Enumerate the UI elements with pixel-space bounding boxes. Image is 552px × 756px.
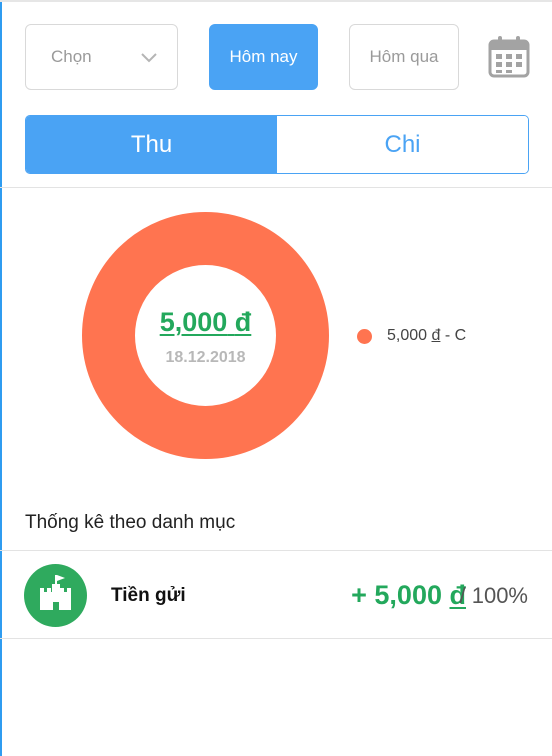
total-amount-value: 5,000 <box>159 307 228 337</box>
period-select-dropdown[interactable]: Chọn <box>25 24 178 90</box>
category-percent: / 100% <box>459 583 529 608</box>
total-amount-currency: đ <box>234 307 252 337</box>
divider <box>0 638 552 639</box>
divider <box>0 550 552 551</box>
tab-chi[interactable]: Chi <box>277 116 528 173</box>
total-amount: 5,000 đ <box>112 307 299 338</box>
legend-label: 5,000 đ - C <box>387 327 466 345</box>
category-icon-circle <box>24 564 87 627</box>
left-edge-line <box>0 0 2 756</box>
category-amount-sign: + <box>351 580 375 610</box>
today-button-label: Hôm nay <box>229 47 298 66</box>
calendar-icon[interactable] <box>487 35 531 79</box>
tab-thu[interactable]: Thu <box>26 116 277 173</box>
today-button[interactable]: Hôm nay <box>209 24 318 90</box>
yesterday-button-label: Hôm qua <box>369 47 439 66</box>
top-edge-line <box>0 0 552 2</box>
category-name: Tiền gửi <box>111 585 186 606</box>
category-amount: + 5,000 đ <box>351 580 466 611</box>
income-expense-toggle: Thu Chi <box>25 115 529 174</box>
castle-flag-icon <box>40 575 71 610</box>
chevron-down-icon <box>141 53 157 63</box>
summary-date: 18.12.2018 <box>165 349 246 366</box>
divider <box>0 187 552 188</box>
legend-color-dot <box>357 329 372 344</box>
legend-amount: 5,000 <box>387 327 428 344</box>
section-title: Thống kê theo danh mục <box>25 512 236 533</box>
period-select-label: Chọn <box>51 47 92 66</box>
yesterday-button[interactable]: Hôm qua <box>349 24 459 90</box>
category-amount-value: 5,000 <box>374 580 442 610</box>
legend-suffix: - C <box>440 327 467 344</box>
